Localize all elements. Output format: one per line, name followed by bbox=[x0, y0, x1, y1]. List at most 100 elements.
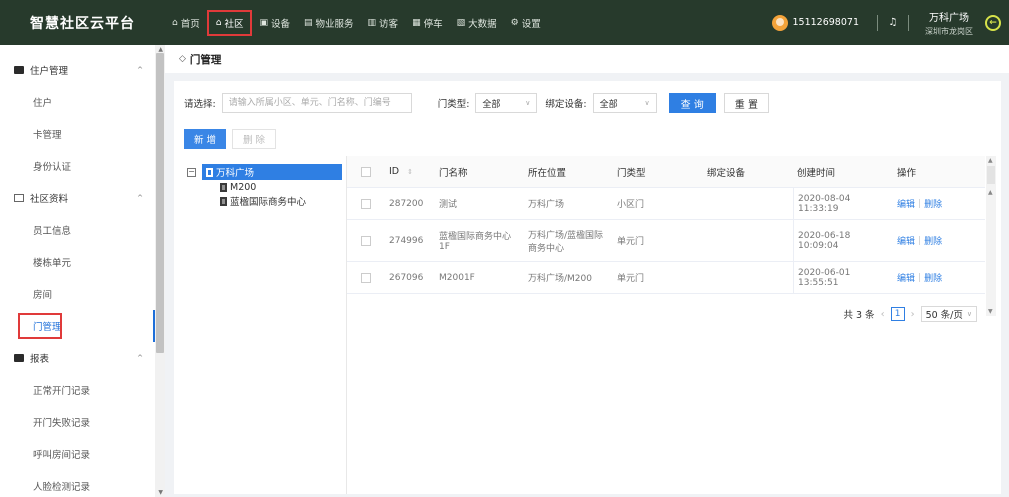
content-panel: 请选择: 门类型: 全部 ∨ 绑定设备: 全部 ∨ 查 询 重 置 新 增 删 … bbox=[174, 81, 1001, 494]
next-page-icon[interactable]: › bbox=[911, 309, 915, 320]
sidebar-group-label: 住户管理 bbox=[30, 66, 69, 77]
nav-settings[interactable]: ⚙ 设置 bbox=[504, 10, 548, 36]
scroll-up-icon[interactable]: ▲ bbox=[988, 157, 993, 164]
nav-bigdata-label: 大数据 bbox=[468, 18, 497, 30]
tree-node-label: 万科广场 bbox=[216, 168, 255, 179]
table-row: 274996 蓝楹国际商务中心1F 万科广场/蓝楹国际商务中心 单元门 2020… bbox=[347, 220, 985, 262]
nav-property-service[interactable]: ▤ 物业服务 bbox=[297, 10, 361, 36]
delete-link[interactable]: 删除 bbox=[924, 271, 942, 284]
prev-page-icon[interactable]: ‹ bbox=[881, 309, 885, 320]
chevron-down-icon: ∨ bbox=[525, 99, 531, 107]
sidebar-item-call-log[interactable]: 呼叫房间记录 bbox=[0, 438, 155, 470]
header-created: 创建时间 bbox=[797, 167, 836, 179]
bind-device-label: 绑定设备: bbox=[545, 99, 587, 110]
nav-visitor[interactable]: ▥ 访客 bbox=[361, 10, 406, 36]
notification-icon[interactable]: ♫ bbox=[886, 17, 900, 28]
sidebar-group-community-data[interactable]: 社区资料 ^ bbox=[0, 182, 155, 214]
scrollbar-thumb[interactable] bbox=[156, 53, 164, 353]
bind-device-select[interactable]: 全部 ∨ bbox=[592, 93, 657, 113]
tree-node-selected[interactable]: 万科广场 bbox=[202, 164, 342, 180]
sidebar-item-label: 开门失败记录 bbox=[33, 418, 91, 429]
sidebar-group-resident[interactable]: 住户管理 ^ bbox=[0, 54, 155, 86]
current-page[interactable]: 1 bbox=[890, 307, 905, 321]
search-input[interactable] bbox=[221, 93, 412, 113]
nav-home[interactable]: ⌂ 首页 bbox=[165, 10, 207, 36]
scroll-up-icon[interactable]: ▲ bbox=[988, 189, 993, 196]
edit-link[interactable]: 编辑 bbox=[897, 271, 915, 284]
nav-parking-label: 停车 bbox=[423, 18, 443, 30]
nav-device[interactable]: ▣ 设备 bbox=[252, 10, 297, 36]
sidebar-item-face-log[interactable]: 人脸检测记录 bbox=[0, 470, 155, 497]
nav-bigdata[interactable]: ▧ 大数据 bbox=[450, 10, 504, 36]
select-all-checkbox[interactable] bbox=[361, 166, 371, 177]
sidebar-item-open-log[interactable]: 正常开门记录 bbox=[0, 374, 155, 406]
logout-icon[interactable]: ← bbox=[985, 14, 1001, 31]
sidebar-item-staff[interactable]: 员工信息 bbox=[0, 214, 155, 246]
sidebar-item-door[interactable]: 门管理 bbox=[0, 310, 155, 342]
sidebar-item-room[interactable]: 房间 bbox=[0, 278, 155, 310]
sidebar-item-building[interactable]: 楼栋单元 bbox=[0, 246, 155, 278]
row-checkbox[interactable] bbox=[361, 272, 371, 283]
delete-link[interactable]: 删除 bbox=[924, 197, 942, 210]
avatar[interactable] bbox=[771, 14, 788, 31]
tree-node-label: 蓝楹国际商务中心 bbox=[230, 197, 307, 208]
nav-parking[interactable]: ▦ 停车 bbox=[405, 10, 450, 36]
user-phone[interactable]: 15112698071 bbox=[793, 17, 860, 28]
parking-icon: ▦ bbox=[412, 17, 421, 28]
delete-button[interactable]: 删 除 bbox=[232, 129, 277, 149]
nav-home-label: 首页 bbox=[180, 18, 200, 30]
chevron-down-icon: ∨ bbox=[966, 310, 972, 318]
sidebar-item-label: 卡管理 bbox=[33, 130, 62, 141]
header-checkbox-cell bbox=[347, 156, 385, 187]
tree-node-root[interactable]: − 万科广场 bbox=[187, 164, 342, 180]
device-icon: ▣ bbox=[259, 17, 268, 28]
door-type-select[interactable]: 全部 ∨ bbox=[475, 93, 538, 113]
tree-node[interactable]: M200 bbox=[187, 180, 342, 194]
report-icon bbox=[14, 354, 24, 362]
scroll-up-icon[interactable]: ▲ bbox=[158, 46, 163, 53]
bind-device-value: 全部 bbox=[599, 99, 618, 110]
scrollbar-thumb[interactable] bbox=[987, 166, 995, 184]
sidebar-group-label: 报表 bbox=[30, 354, 50, 365]
sidebar-item-card[interactable]: 卡管理 bbox=[0, 118, 155, 150]
community-data-icon bbox=[14, 194, 24, 202]
sidebar-item-label: 身份认证 bbox=[33, 162, 72, 173]
reset-button[interactable]: 重 置 bbox=[723, 93, 769, 113]
sidebar-item-label: 员工信息 bbox=[33, 226, 72, 237]
edit-link[interactable]: 编辑 bbox=[897, 197, 915, 210]
table-scrollbar[interactable]: ▲ ▲ ▼ bbox=[986, 156, 996, 316]
cell-device bbox=[703, 188, 793, 219]
tree-node[interactable]: 蓝楹国际商务中心 bbox=[187, 194, 342, 208]
cell-ops: 编辑 | 删除 bbox=[893, 188, 985, 219]
scroll-down-icon[interactable]: ▼ bbox=[988, 308, 993, 315]
collapse-icon[interactable]: − bbox=[187, 167, 196, 177]
separator: | bbox=[918, 235, 922, 246]
visitor-icon: ▥ bbox=[367, 17, 377, 28]
row-checkbox[interactable] bbox=[361, 235, 371, 246]
header-id[interactable]: ID ⇕ bbox=[385, 156, 435, 187]
add-button[interactable]: 新 增 bbox=[184, 129, 227, 149]
page-size-select[interactable]: 50 条/页 ∨ bbox=[920, 306, 977, 322]
edit-link[interactable]: 编辑 bbox=[897, 234, 915, 247]
cell-ops: 编辑 | 删除 bbox=[893, 220, 985, 261]
scroll-down-icon[interactable]: ▼ bbox=[158, 489, 163, 496]
total-count: 共 3 条 bbox=[843, 310, 875, 321]
row-checkbox[interactable] bbox=[361, 198, 371, 209]
header-type: 门类型 bbox=[617, 167, 646, 179]
home-icon: ⌂ bbox=[172, 17, 178, 28]
sidebar-scrollbar[interactable]: ▲ ▼ bbox=[155, 45, 165, 497]
building-icon bbox=[220, 196, 227, 206]
org-switcher[interactable]: 万科广场 深圳市龙岗区 bbox=[925, 9, 973, 37]
sidebar-item-resident[interactable]: 住户 bbox=[0, 86, 155, 118]
main-nav: ⌂ 首页 ⌂ 社区 ▣ 设备 ▤ 物业服务 ▥ 访客 ▦ 停车 ▧ 大数据 ⚙ 设置 bbox=[165, 0, 548, 45]
delete-link[interactable]: 删除 bbox=[924, 234, 942, 247]
sidebar-item-label: 正常开门记录 bbox=[33, 386, 91, 397]
cell-id: 267096 bbox=[389, 272, 424, 283]
nav-community[interactable]: ⌂ 社区 bbox=[206, 9, 253, 36]
query-button[interactable]: 查 询 bbox=[668, 93, 716, 113]
sidebar-item-open-fail-log[interactable]: 开门失败记录 bbox=[0, 406, 155, 438]
sidebar-item-identity[interactable]: 身份认证 bbox=[0, 150, 155, 182]
sidebar-group-report[interactable]: 报表 ^ bbox=[0, 342, 155, 374]
cell-location: 万科广场/M200 bbox=[528, 274, 592, 284]
sort-icon[interactable]: ⇕ bbox=[407, 168, 413, 176]
